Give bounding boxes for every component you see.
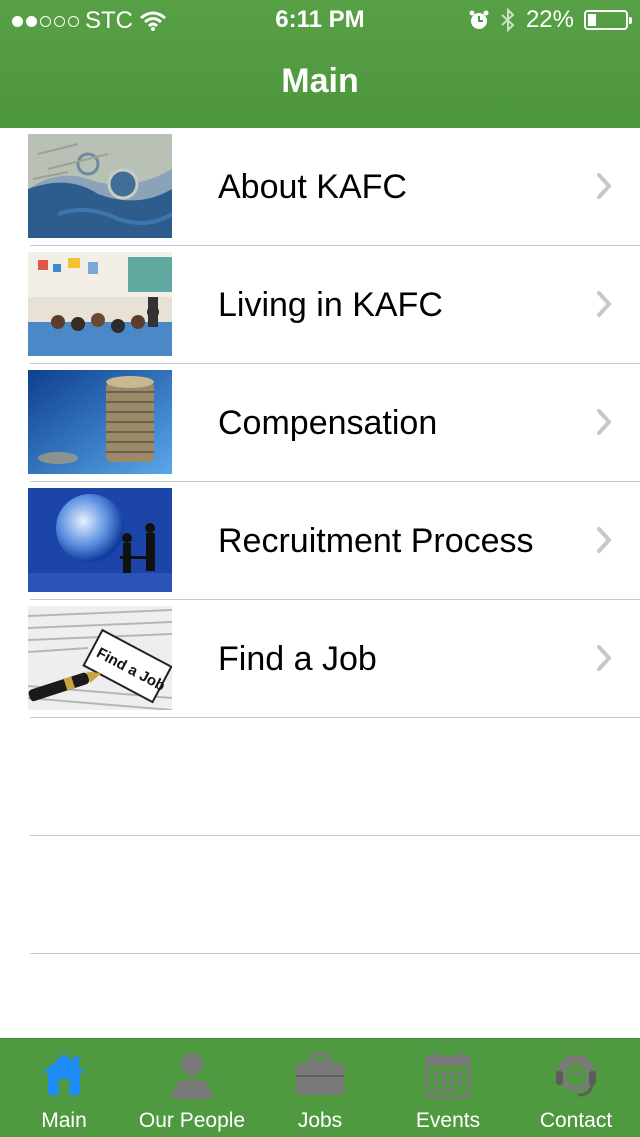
chevron-right-icon xyxy=(597,173,612,199)
find-a-job-newspaper-photo: Find a Job xyxy=(28,606,172,710)
battery-percent: 22% xyxy=(525,6,574,33)
chevron-right-icon xyxy=(597,409,612,435)
navigation-header: STC 6:11 PM 22% Main xyxy=(0,0,640,128)
chevron-right-icon xyxy=(597,527,612,553)
classroom-photo xyxy=(28,252,172,356)
menu-item-about-kafc[interactable]: About KAFC xyxy=(0,128,640,246)
tab-jobs[interactable]: Jobs xyxy=(256,1039,384,1137)
aerial-city-photo xyxy=(28,134,172,238)
bluetooth-icon xyxy=(501,8,515,32)
tab-events[interactable]: Events xyxy=(384,1039,512,1137)
headset-icon xyxy=(556,1055,596,1097)
menu-item-label: About KAFC xyxy=(218,168,407,206)
tab-label: Main xyxy=(41,1109,87,1132)
status-right: 22% xyxy=(468,6,632,34)
tab-label: Contact xyxy=(539,1109,613,1132)
tab-bar: Main Our People Jobs Events Contact xyxy=(0,1038,640,1137)
tab-main[interactable]: Main xyxy=(0,1039,128,1137)
menu-item-recruitment-process[interactable]: Recruitment Process xyxy=(0,482,640,600)
empty-list-row xyxy=(0,836,640,954)
tab-label: Our People xyxy=(138,1109,246,1132)
tab-label: Events xyxy=(415,1109,481,1132)
menu-item-label: Find a Job xyxy=(218,640,377,678)
coin-stacks-photo xyxy=(28,370,172,474)
home-icon xyxy=(42,1054,86,1095)
menu-item-living-in-kafc[interactable]: Living in KAFC xyxy=(0,246,640,364)
alarm-clock-icon xyxy=(469,10,489,29)
battery-icon xyxy=(584,10,632,30)
status-bar: STC 6:11 PM 22% xyxy=(0,0,640,40)
menu-item-label: Compensation xyxy=(218,404,438,442)
battery-fill xyxy=(588,14,596,26)
page-title: Main xyxy=(281,62,359,100)
tab-contact[interactable]: Contact xyxy=(512,1039,640,1137)
person-icon xyxy=(172,1053,212,1099)
empty-list-row xyxy=(0,718,640,836)
briefcase-icon xyxy=(296,1053,344,1095)
tab-our-people[interactable]: Our People xyxy=(128,1039,256,1137)
menu-item-label: Recruitment Process xyxy=(218,522,534,560)
chevron-right-icon xyxy=(597,645,612,671)
main-menu-list: About KAFC Living in KAFC Compensation R… xyxy=(0,128,640,954)
menu-item-find-a-job[interactable]: Find a Job Find a Job xyxy=(0,600,640,718)
calendar-icon xyxy=(425,1052,471,1099)
tab-label: Jobs xyxy=(297,1109,343,1132)
menu-item-label: Living in KAFC xyxy=(218,286,443,324)
globe-business-photo xyxy=(28,488,172,592)
chevron-right-icon xyxy=(597,291,612,317)
menu-item-compensation[interactable]: Compensation xyxy=(0,364,640,482)
